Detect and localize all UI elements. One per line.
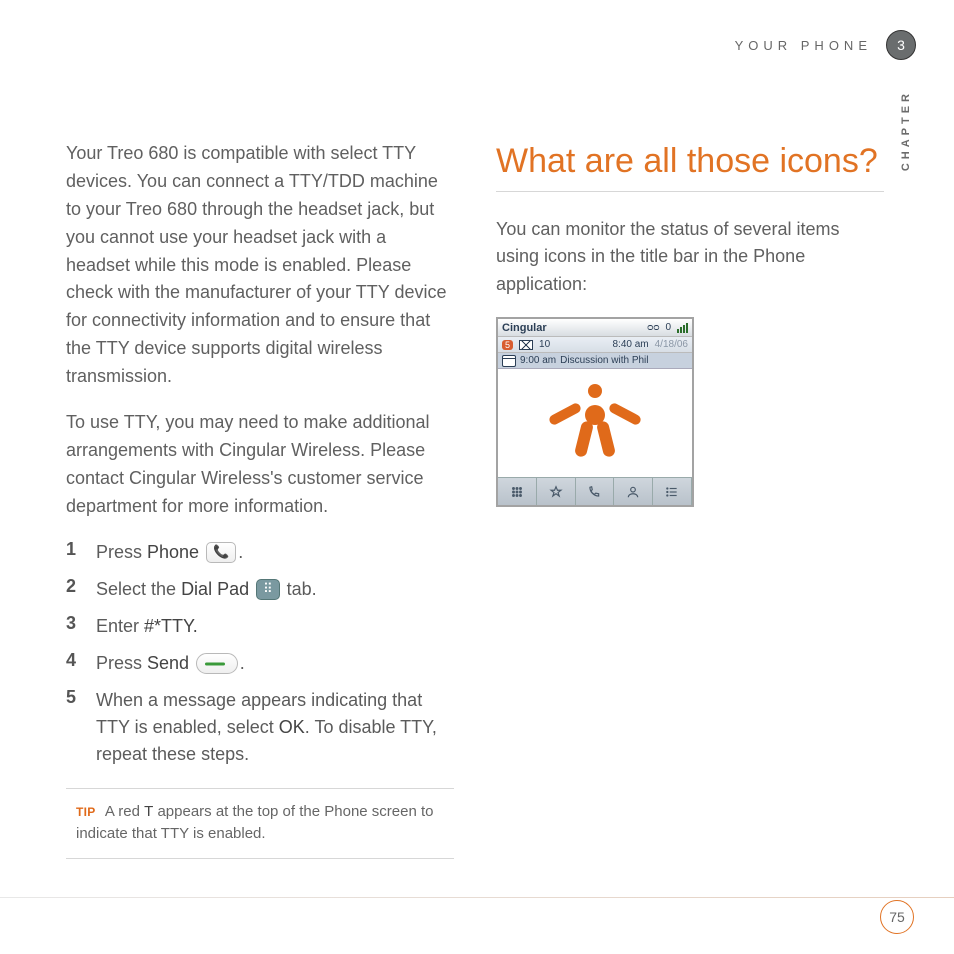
mail-count: 10 — [539, 339, 550, 350]
chapter-number-badge: 3 — [886, 30, 916, 60]
step-text-pre: Select the — [96, 579, 181, 599]
page-number-badge: 75 — [880, 900, 914, 934]
battery-icon: 0 — [665, 322, 671, 333]
step-text: When a message appears indicating that T… — [96, 687, 454, 768]
step-number: 1 — [66, 539, 82, 566]
phone-calendar-row: 9:00 am Discussion with Phil — [498, 353, 692, 369]
step-text-bold: Dial Pad — [181, 579, 249, 599]
call-tab-icon — [576, 478, 615, 505]
tty-contact-paragraph: To use TTY, you may need to make additio… — [66, 409, 454, 521]
step-text-tail: tab. — [282, 579, 317, 599]
signal-bars-icon — [677, 323, 688, 333]
mail-icon — [519, 340, 533, 350]
step-text-bold: Phone — [147, 542, 199, 562]
step-text-pre: Press — [96, 653, 147, 673]
step-2: 2 Select the Dial Pad ⠿ tab. — [66, 576, 454, 603]
phone-status-row: 5 10 8:40 am 4/18/06 — [498, 337, 692, 353]
phone-tab-bar — [498, 477, 692, 505]
step-text: Enter #*TTY. — [96, 613, 198, 640]
step-text: Press Send . — [96, 650, 245, 677]
tty-intro-paragraph: Your Treo 680 is compatible with select … — [66, 140, 454, 391]
chapter-label-vertical: CHAPTER — [900, 90, 912, 171]
phone-wallpaper — [498, 369, 692, 477]
tip-box: TIP A red T appears at the top of the Ph… — [66, 788, 454, 859]
phone-screenshot: Cingular ᴑᴑ 0 5 10 8:40 am 4/18/06 9:00 … — [496, 317, 694, 507]
clock-date: 4/18/06 — [655, 339, 688, 350]
step-5: 5 When a message appears indicating that… — [66, 687, 454, 768]
step-text-pre: Enter — [96, 616, 144, 636]
calendar-event: Discussion with Phil — [560, 355, 648, 366]
phone-title-bar: Cingular ᴑᴑ 0 — [498, 319, 692, 337]
list-tab-icon — [653, 478, 692, 505]
right-column: What are all those icons? You can monito… — [496, 140, 884, 859]
tip-label: TIP — [76, 805, 96, 819]
step-4: 4 Press Send . — [66, 650, 454, 677]
carrier-label: Cingular — [502, 322, 547, 334]
calendar-icon — [502, 355, 516, 367]
step-3: 3 Enter #*TTY. — [66, 613, 454, 640]
step-text-bold: OK — [279, 717, 305, 737]
left-column: Your Treo 680 is compatible with select … — [66, 140, 454, 859]
step-text-bold: #*TTY. — [144, 616, 198, 636]
step-text-pre: Press — [96, 542, 147, 562]
contacts-tab-icon — [614, 478, 653, 505]
step-number: 3 — [66, 613, 82, 640]
phone-button-icon: 📞 — [206, 542, 236, 563]
step-1: 1 Press Phone 📞. — [66, 539, 454, 566]
step-text: Press Phone 📞. — [96, 539, 243, 566]
dialpad-tab-icon: ⠿ — [256, 579, 280, 600]
page-header: YOUR PHONE 3 — [735, 30, 916, 60]
page-columns: Your Treo 680 is compatible with select … — [66, 140, 884, 859]
section-title: YOUR PHONE — [735, 38, 872, 53]
footer-rule — [0, 897, 954, 898]
step-number: 2 — [66, 576, 82, 603]
clock-time: 8:40 am — [612, 339, 648, 350]
tip-text-bold: T — [144, 803, 153, 820]
step-text-bold: Send — [147, 653, 189, 673]
step-number: 5 — [66, 687, 82, 768]
step-text: Select the Dial Pad ⠿ tab. — [96, 576, 317, 603]
voicemail-icon: ᴑᴑ — [647, 322, 659, 333]
missed-count-badge: 5 — [502, 340, 513, 350]
cingular-jack-icon — [560, 383, 630, 463]
calendar-time: 9:00 am — [520, 355, 556, 366]
send-button-icon — [196, 653, 238, 674]
tty-steps-list: 1 Press Phone 📞. 2 Select the Dial Pad ⠿… — [66, 539, 454, 768]
step-number: 4 — [66, 650, 82, 677]
dialpad-tab-icon — [498, 478, 537, 505]
favorites-tab-icon — [537, 478, 576, 505]
heading-rule — [496, 191, 884, 192]
section-heading: What are all those icons? — [496, 140, 884, 183]
tip-text-pre: A red — [105, 803, 144, 820]
icons-intro-paragraph: You can monitor the status of several it… — [496, 216, 884, 300]
